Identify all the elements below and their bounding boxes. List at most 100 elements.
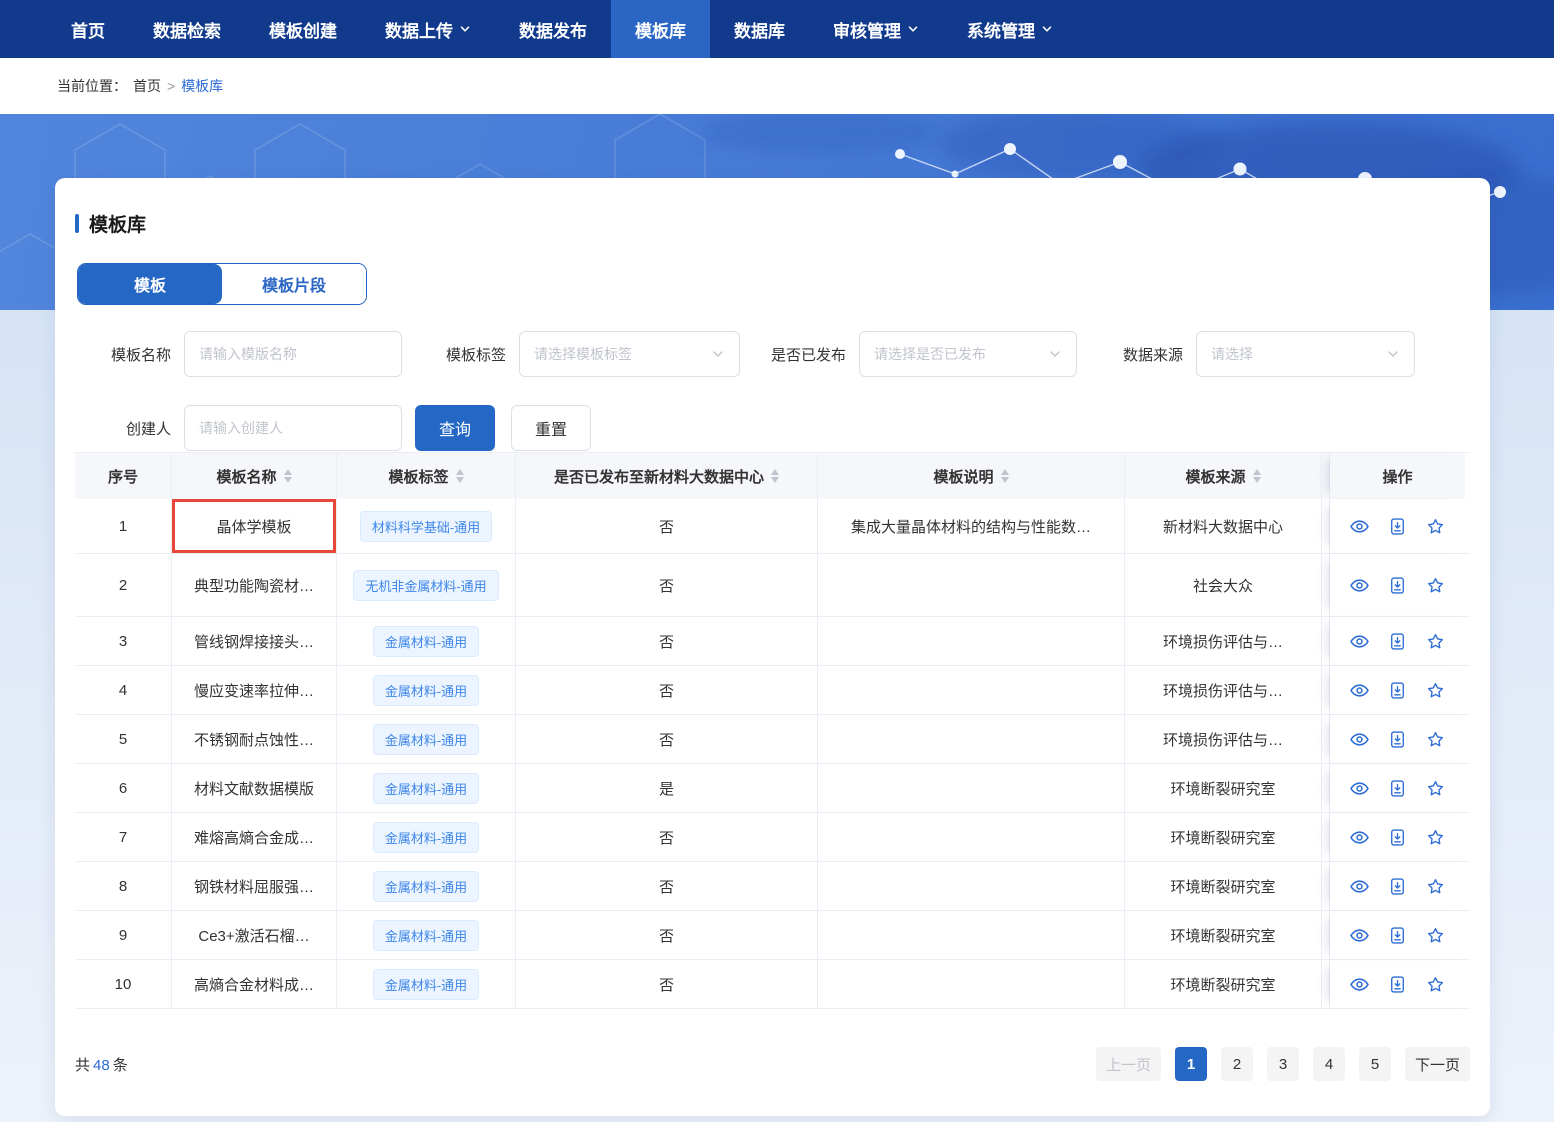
preview-eye-icon[interactable] — [1350, 632, 1369, 651]
favorite-star-icon[interactable] — [1426, 681, 1445, 700]
preview-eye-icon[interactable] — [1350, 517, 1369, 536]
cell-template-tag: 金属材料-通用 — [337, 715, 516, 763]
column-header: 序号 — [75, 453, 172, 499]
sort-icon[interactable] — [456, 469, 464, 483]
favorite-star-icon[interactable] — [1426, 730, 1445, 749]
page-button-1[interactable]: 1 — [1175, 1047, 1207, 1081]
download-icon[interactable] — [1388, 877, 1407, 896]
tag-badge: 金属材料-通用 — [373, 920, 479, 951]
preview-eye-icon[interactable] — [1350, 828, 1369, 847]
nav-item-3[interactable]: 模板创建 — [245, 0, 361, 58]
favorite-star-icon[interactable] — [1426, 877, 1445, 896]
cell-actions — [1330, 666, 1465, 714]
favorite-star-icon[interactable] — [1426, 975, 1445, 994]
breadcrumb-home-link[interactable]: 首页 — [133, 76, 161, 96]
creator-input[interactable] — [184, 405, 402, 451]
published-label: 是否已发布 — [740, 344, 859, 365]
search-button[interactable]: 查询 — [415, 405, 495, 451]
cell-template-name: 钢铁材料屈服强… — [172, 862, 337, 910]
nav-item-label: 系统管理 — [967, 17, 1035, 42]
cell-published: 否 — [516, 911, 818, 959]
favorite-star-icon[interactable] — [1426, 779, 1445, 798]
download-icon[interactable] — [1388, 828, 1407, 847]
cell-source: 新材料大数据中心 — [1125, 499, 1322, 553]
page-body: 模板库 模板模板片段 模板名称 模板标签 请选择模板标签 — [0, 114, 1554, 1122]
table-row: 6 材料文献数据模版 金属材料-通用 是 环境断裂研究室 — [75, 764, 1470, 813]
data-source-select[interactable]: 请选择 — [1196, 331, 1415, 377]
cell-template-tag: 金属材料-通用 — [337, 911, 516, 959]
column-header[interactable]: 模板标签 — [337, 453, 516, 499]
favorite-star-icon[interactable] — [1426, 576, 1445, 595]
favorite-star-icon[interactable] — [1426, 632, 1445, 651]
nav-item-8[interactable]: 审核管理 — [809, 0, 943, 58]
cell-spacer — [1322, 960, 1330, 1008]
reset-button[interactable]: 重置 — [511, 405, 591, 451]
download-icon[interactable] — [1388, 517, 1407, 536]
nav-item-6[interactable]: 模板库 — [611, 0, 710, 58]
page-button-3[interactable]: 3 — [1267, 1047, 1299, 1081]
sort-icon[interactable] — [284, 469, 292, 483]
nav-item-5[interactable]: 数据发布 — [495, 0, 611, 58]
page-button-5[interactable]: 5 — [1359, 1047, 1391, 1081]
nav-item-9[interactable]: 系统管理 — [943, 0, 1077, 58]
preview-eye-icon[interactable] — [1350, 779, 1369, 798]
cell-index: 10 — [75, 960, 172, 1008]
cell-spacer — [1322, 554, 1330, 616]
preview-eye-icon[interactable] — [1350, 730, 1369, 749]
sort-icon[interactable] — [771, 469, 779, 483]
sort-icon[interactable] — [1253, 469, 1261, 483]
sort-icon[interactable] — [1001, 469, 1009, 483]
favorite-star-icon[interactable] — [1426, 517, 1445, 536]
nav-item-7[interactable]: 数据库 — [710, 0, 809, 58]
preview-eye-icon[interactable] — [1350, 877, 1369, 896]
download-icon[interactable] — [1388, 730, 1407, 749]
preview-eye-icon[interactable] — [1350, 576, 1369, 595]
cell-published: 否 — [516, 666, 818, 714]
next-page-button[interactable]: 下一页 — [1405, 1047, 1470, 1081]
preview-eye-icon[interactable] — [1350, 975, 1369, 994]
template-name-input[interactable] — [184, 331, 402, 377]
column-header[interactable]: 模板名称 — [172, 453, 337, 499]
cell-template-name: Ce3+激活石榴… — [172, 911, 337, 959]
preview-eye-icon[interactable] — [1350, 681, 1369, 700]
cell-index: 3 — [75, 617, 172, 665]
nav-item-label: 首页 — [71, 17, 105, 42]
download-icon[interactable] — [1388, 926, 1407, 945]
breadcrumb-current[interactable]: 模板库 — [181, 76, 223, 96]
template-tag-select[interactable]: 请选择模板标签 — [519, 331, 740, 377]
cell-template-tag: 金属材料-通用 — [337, 813, 516, 861]
cell-actions — [1330, 764, 1465, 812]
cell-template-tag: 金属材料-通用 — [337, 862, 516, 910]
published-select[interactable]: 请选择是否已发布 — [859, 331, 1077, 377]
download-icon[interactable] — [1388, 975, 1407, 994]
page-title: 模板库 — [89, 210, 146, 237]
cell-template-name: 慢应变速率拉伸… — [172, 666, 337, 714]
column-header[interactable]: 是否已发布至新材料大数据中心 — [516, 453, 818, 499]
cell-template-name: 管线钢焊接接头… — [172, 617, 337, 665]
tab-template[interactable]: 模板 — [78, 264, 222, 304]
template-name-input-field[interactable] — [199, 346, 387, 362]
tab-template-fragment[interactable]: 模板片段 — [222, 264, 366, 304]
page-button-4[interactable]: 4 — [1313, 1047, 1345, 1081]
favorite-star-icon[interactable] — [1426, 828, 1445, 847]
favorite-star-icon[interactable] — [1426, 926, 1445, 945]
download-icon[interactable] — [1388, 779, 1407, 798]
cell-actions — [1330, 554, 1465, 616]
download-icon[interactable] — [1388, 576, 1407, 595]
cell-template-tag: 无机非金属材料-通用 — [337, 554, 516, 616]
tag-badge: 无机非金属材料-通用 — [353, 570, 498, 601]
nav-item-4[interactable]: 数据上传 — [361, 0, 495, 58]
download-icon[interactable] — [1388, 681, 1407, 700]
download-icon[interactable] — [1388, 632, 1407, 651]
column-header[interactable]: 模板来源 — [1125, 453, 1322, 499]
column-header[interactable]: 模板说明 — [818, 453, 1125, 499]
creator-input-field[interactable] — [199, 420, 387, 436]
preview-eye-icon[interactable] — [1350, 926, 1369, 945]
cell-actions — [1330, 813, 1465, 861]
cell-published: 否 — [516, 617, 818, 665]
nav-item-1[interactable]: 首页 — [47, 0, 129, 58]
nav-item-2[interactable]: 数据检索 — [129, 0, 245, 58]
cell-template-name: 典型功能陶瓷材… — [172, 554, 337, 616]
page-button-2[interactable]: 2 — [1221, 1047, 1253, 1081]
table-row: 9 Ce3+激活石榴… 金属材料-通用 否 环境断裂研究室 — [75, 911, 1470, 960]
